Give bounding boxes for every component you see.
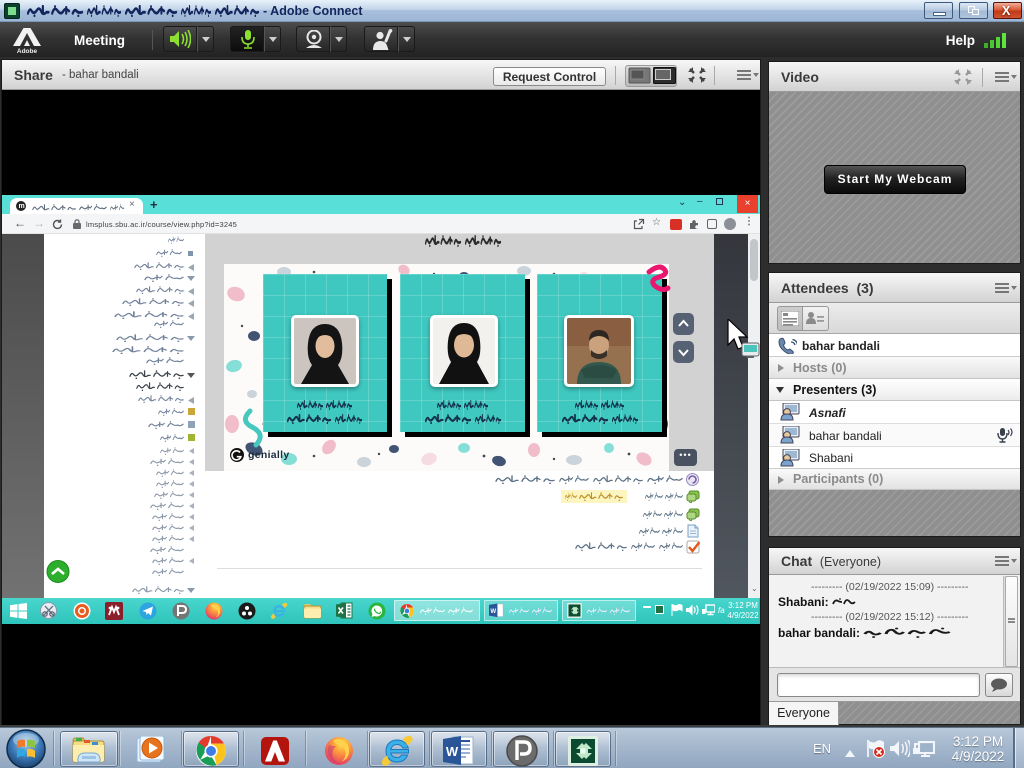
- svg-text:W: W: [490, 608, 496, 615]
- svg-text:Adobe: Adobe: [17, 48, 38, 54]
- svg-text:W: W: [446, 744, 459, 759]
